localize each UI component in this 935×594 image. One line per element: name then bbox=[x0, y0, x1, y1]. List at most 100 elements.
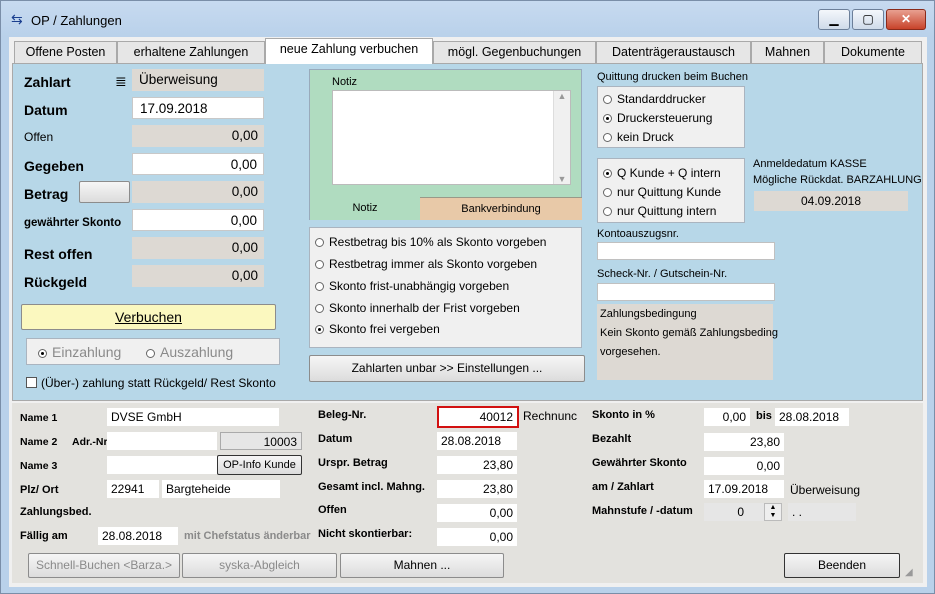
skonto-option-5-label: Skonto frei vergeben bbox=[329, 322, 440, 336]
name1-label: Name 1 bbox=[20, 412, 58, 424]
datum-label-lower: Datum bbox=[318, 433, 353, 445]
window-title: OP / Zahlungen bbox=[31, 13, 122, 28]
standarddrucker-radio[interactable]: Standarddrucker bbox=[603, 91, 706, 107]
tab-offene-posten[interactable]: Offene Posten bbox=[14, 41, 117, 63]
tab-dokumente[interactable]: Dokumente bbox=[824, 41, 922, 63]
scroll-up-icon[interactable]: ▲ bbox=[554, 91, 570, 101]
beleg-field[interactable]: 40012 bbox=[437, 406, 519, 428]
adr-field[interactable]: 10003 bbox=[220, 432, 302, 450]
skonto-option-4[interactable]: Skonto innerhalb der Frist vorgeben bbox=[315, 300, 520, 316]
quittung-label: Quittung drucken beim Buchen bbox=[597, 71, 749, 83]
tab-mahnen[interactable]: Mahnen bbox=[751, 41, 824, 63]
zahlungsbed-label: Zahlungsbedingung bbox=[600, 308, 697, 320]
betrag-button[interactable] bbox=[79, 181, 130, 203]
bis-field[interactable]: 28.08.2018 bbox=[775, 408, 849, 426]
radio-icon bbox=[146, 349, 155, 358]
notiz-textarea[interactable]: ▲ ▼ bbox=[332, 90, 571, 185]
checkbox-label: (Über-) zahlung statt Rückgeld/ Rest Sko… bbox=[41, 376, 276, 390]
tab-neue-zahlung[interactable]: neue Zahlung verbuchen bbox=[265, 38, 433, 64]
skonto-option-4-label: Skonto innerhalb der Frist vorgeben bbox=[329, 301, 520, 315]
syska-abgleich-button[interactable]: syska-Abgleich bbox=[182, 553, 337, 578]
zahlart-field[interactable]: Überweisung bbox=[132, 69, 264, 91]
radio-icon bbox=[603, 207, 612, 216]
konto-input[interactable] bbox=[597, 242, 775, 260]
plz-field[interactable]: 22941 bbox=[107, 480, 159, 498]
rest-field: 0,00 bbox=[132, 237, 264, 259]
zahlarten-button[interactable]: Zahlarten unbar >> Einstellungen ... bbox=[309, 355, 585, 382]
gesamt-field: 23,80 bbox=[437, 480, 517, 498]
auszahlung-radio[interactable]: Auszahlung bbox=[146, 344, 233, 360]
skonto-proz-label: Skonto in % bbox=[592, 409, 655, 421]
radio-icon bbox=[38, 349, 47, 358]
kein-druck-label: kein Druck bbox=[617, 130, 674, 144]
app-window: ⇆ OP / Zahlungen ▁ ▢ ✕ Offene Posten erh… bbox=[0, 0, 935, 594]
offen-label: Offen bbox=[24, 130, 54, 144]
skonto-option-2[interactable]: Restbetrag immer als Skonto vorgeben bbox=[315, 256, 537, 272]
am-field: 17.09.2018 bbox=[704, 480, 784, 498]
ort-field[interactable]: Bargteheide bbox=[162, 480, 280, 498]
nur-quittung-intern-radio[interactable]: nur Quittung intern bbox=[603, 203, 716, 219]
spinner-icon[interactable]: ▲ ▼ bbox=[764, 503, 782, 521]
nur-quittung-kunde-radio[interactable]: nur Quittung Kunde bbox=[603, 184, 721, 200]
faellig-field[interactable]: 28.08.2018 bbox=[98, 527, 178, 545]
standarddrucker-label: Standarddrucker bbox=[617, 92, 706, 106]
scroll-down-icon[interactable]: ▼ bbox=[554, 174, 570, 184]
name3-field[interactable] bbox=[107, 456, 217, 474]
skonto-proz-field[interactable]: 0,00 bbox=[704, 408, 750, 426]
quittung-kunde-group: Q Kunde + Q intern nur Quittung Kunde nu… bbox=[597, 158, 745, 223]
minimize-button[interactable]: ▁ bbox=[818, 9, 850, 30]
skonto-option-3-label: Skonto frist-unabhängig vorgeben bbox=[329, 279, 510, 293]
beenden-button[interactable]: Beenden bbox=[784, 553, 900, 578]
einzahlung-radio[interactable]: Einzahlung bbox=[38, 344, 121, 360]
opinfo-button[interactable]: OP-Info Kunde bbox=[217, 455, 302, 475]
tab-bankverbindung[interactable]: Bankverbindung bbox=[420, 197, 582, 220]
nur-quittung-intern-label: nur Quittung intern bbox=[617, 204, 717, 218]
radio-icon bbox=[315, 260, 324, 269]
skonto-label: gewährter Skonto bbox=[24, 217, 122, 229]
verbuchen-button[interactable]: Verbuchen bbox=[21, 304, 276, 330]
tab-notiz[interactable]: Notiz bbox=[310, 197, 420, 220]
q-kunde-intern-radio[interactable]: Q Kunde + Q intern bbox=[603, 165, 721, 181]
adr-label: Adr.-Nr. bbox=[72, 436, 110, 448]
zahlungsbed-text2: vorgesehen. bbox=[600, 346, 661, 358]
skonto-field[interactable]: 0,00 bbox=[132, 209, 264, 231]
ueberzahlung-checkbox[interactable]: (Über-) zahlung statt Rückgeld/ Rest Sko… bbox=[26, 376, 276, 390]
mahnstufe-label: Mahnstufe / -datum bbox=[592, 505, 693, 517]
anmelde-line1: Anmeldedatum KASSE bbox=[753, 158, 867, 170]
mahnen-button[interactable]: Mahnen ... bbox=[340, 553, 504, 578]
scheck-input[interactable] bbox=[597, 283, 775, 301]
name1-field[interactable]: DVSE GmbH bbox=[107, 408, 279, 426]
urspr-label: Urspr. Betrag bbox=[318, 457, 388, 469]
tab-datentraeger[interactable]: Datenträgeraustausch bbox=[596, 41, 751, 63]
radio-icon bbox=[603, 169, 612, 178]
beleg-label: Beleg-Nr. bbox=[318, 409, 367, 421]
nicht-skontierbar-field: 0,00 bbox=[437, 528, 517, 546]
schnell-buchen-button[interactable]: Schnell-Buchen <Barza.> bbox=[28, 553, 180, 578]
name2-field[interactable] bbox=[107, 432, 217, 450]
list-icon[interactable]: ≣ bbox=[115, 73, 127, 90]
resize-grip-icon[interactable]: ◢ bbox=[905, 567, 913, 578]
radio-icon bbox=[603, 114, 612, 123]
close-button[interactable]: ✕ bbox=[886, 9, 926, 30]
druckersteuerung-radio[interactable]: Druckersteuerung bbox=[603, 110, 712, 126]
name2-label: Name 2 bbox=[20, 436, 58, 448]
skonto-option-3[interactable]: Skonto frist-unabhängig vorgeben bbox=[315, 278, 509, 294]
skonto-option-5[interactable]: Skonto frei vergeben bbox=[315, 321, 440, 337]
drucker-group: Standarddrucker Druckersteuerung kein Dr… bbox=[597, 86, 745, 148]
gew-skonto-label: Gewährter Skonto bbox=[592, 457, 687, 469]
gegeben-field[interactable]: 0,00 bbox=[132, 153, 264, 175]
tab-gegenbuchungen[interactable]: mögl. Gegenbuchungen bbox=[433, 41, 596, 63]
checkbox-icon bbox=[26, 377, 37, 388]
anmelde-line2: Mögliche Rückdat. BARZAHLUNG bbox=[753, 174, 922, 186]
radio-icon bbox=[603, 188, 612, 197]
datum-field[interactable]: 17.09.2018 bbox=[132, 97, 264, 119]
rechnung-label: Rechnunc bbox=[523, 409, 578, 423]
kein-druck-radio[interactable]: kein Druck bbox=[603, 129, 674, 145]
tab-panel: Zahlart ≣ Überweisung Datum 17.09.2018 O… bbox=[12, 63, 923, 401]
mahnstufe-field[interactable]: 0 bbox=[704, 503, 764, 521]
mahndatum-field[interactable]: . . bbox=[788, 503, 856, 521]
notiz-scrollbar[interactable]: ▲ ▼ bbox=[553, 91, 570, 184]
skonto-option-1[interactable]: Restbetrag bis 10% als Skonto vorgeben bbox=[315, 234, 546, 250]
maximize-button[interactable]: ▢ bbox=[852, 9, 884, 30]
tab-erhaltene-zahlungen[interactable]: erhaltene Zahlungen bbox=[117, 41, 265, 63]
